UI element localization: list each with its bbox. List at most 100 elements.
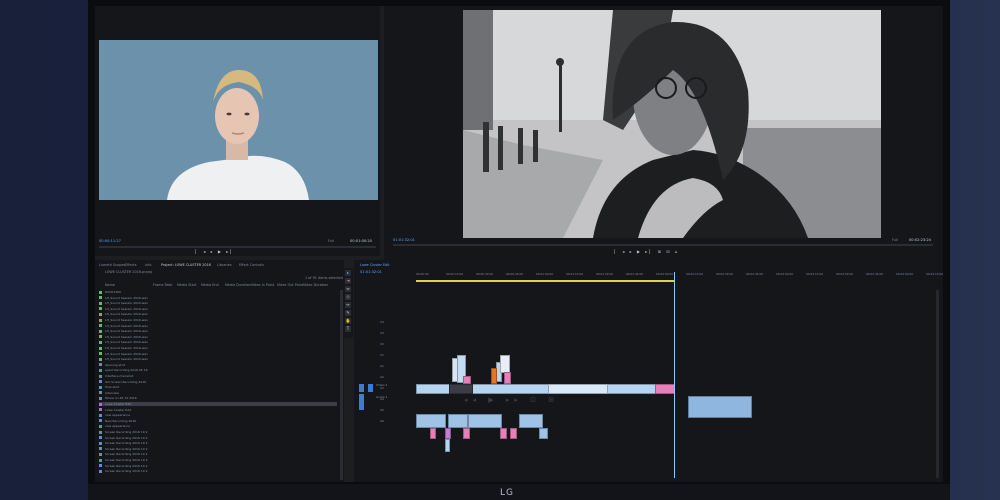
timeline-tab[interactable]: Lowe Cluster Edit: [360, 263, 390, 267]
clip-a2-2[interactable]: [445, 428, 451, 439]
track-target-a2[interactable]: [359, 394, 364, 410]
tab-project[interactable]: Project: LOWE CLUSTER 2016: [161, 263, 211, 267]
clip-a2-5[interactable]: [510, 428, 517, 439]
tab-libraries[interactable]: Libraries: [217, 263, 232, 267]
ripple-edit-icon[interactable]: ⇔: [345, 286, 351, 292]
timeline-timecode[interactable]: 01:01:32:01: [360, 270, 382, 274]
playhead[interactable]: [674, 272, 675, 478]
clip-a1-1[interactable]: [416, 414, 446, 428]
col-media-start[interactable]: Media Start: [177, 283, 197, 287]
project-list-item[interactable]: Screen Recording 2016 10 2: [99, 447, 337, 451]
clip-v2-pink-a[interactable]: [463, 376, 471, 384]
clip-a2-3[interactable]: [463, 428, 470, 439]
work-area-bar[interactable]: [416, 280, 674, 282]
project-list-item[interactable]: Screen Recording 2016 10 2: [99, 458, 337, 462]
project-list-item[interactable]: LH_Sound Session 2016.wav: [99, 296, 337, 300]
project-list-item[interactable]: new appearance: [99, 424, 337, 428]
project-list-item[interactable]: LH_Sound Session 2016.wav: [99, 312, 337, 316]
project-list-item[interactable]: LH_Sound Session 2016.wav: [99, 352, 337, 356]
razor-tool-icon[interactable]: ◇: [345, 294, 351, 300]
clip-v2-pink-b[interactable]: [504, 372, 511, 384]
project-list-item[interactable]: Girl Screen Recording 2016: [99, 380, 337, 384]
timeline-ruler[interactable]: 00:00:00 00:00:15:00 00:00:30:00 00:00:45:0…: [416, 272, 943, 280]
source-timecode[interactable]: 00:00:11:27: [99, 239, 121, 243]
slip-tool-icon[interactable]: ↔: [345, 302, 351, 308]
track-select-icon[interactable]: ⇥: [345, 278, 351, 284]
project-list-item[interactable]: Lowe Cluster Edit: [99, 408, 337, 412]
tab-effect-controls[interactable]: Effect Controls: [239, 263, 264, 267]
col-frame-rate[interactable]: Frame Rate: [153, 283, 172, 287]
project-column-headers: Name Frame Rate Media Start Media End Me…: [99, 283, 339, 287]
program-timecode[interactable]: 01:01:32:01: [393, 238, 415, 242]
project-list-item[interactable]: LH_Sound Session 2016.wav: [99, 357, 337, 361]
program-video-frame[interactable]: [463, 10, 881, 238]
clip-v2-orange[interactable]: [491, 368, 497, 384]
project-list-item[interactable]: Movie on 26 10 2016: [99, 396, 337, 400]
clip-v3-d[interactable]: [500, 355, 510, 373]
clip-v1-dark[interactable]: [449, 384, 473, 394]
clip-a1-3[interactable]: [468, 414, 502, 428]
track-target-v1[interactable]: [359, 384, 364, 392]
clip-a2-4[interactable]: [500, 428, 507, 439]
project-list-item[interactable]: Screen Recording 2016 10 2: [99, 452, 337, 456]
project-list-item[interactable]: New Recording 2016: [99, 419, 337, 423]
col-video-duration[interactable]: Video Duration: [303, 283, 328, 287]
project-list-item[interactable]: Screen Recording 2016 10 2: [99, 464, 337, 468]
project-list-item[interactable]: DSC01300: [99, 290, 337, 294]
project-list-item[interactable]: LH_Sound Session 2016.wav: [99, 335, 337, 339]
tab-effects[interactable]: Effects: [125, 263, 137, 267]
item-name: New Recording 2016: [105, 418, 137, 423]
project-list-item[interactable]: spent Recording 2016 05 18: [99, 368, 337, 372]
tab-lumetri-scopes[interactable]: Lumetri Scopes: [99, 263, 125, 267]
timeline-scrollbar[interactable]: [936, 290, 939, 478]
item-name: Screen Recording 2016 10 2: [105, 435, 148, 440]
project-list-item[interactable]: Interview: [99, 391, 337, 395]
tab-info[interactable]: Info: [145, 263, 151, 267]
item-color-label: [99, 301, 102, 305]
pen-tool-icon[interactable]: ✎: [345, 310, 351, 316]
project-list-item[interactable]: Opening shot: [99, 363, 337, 367]
col-media-duration[interactable]: Media Duration: [225, 283, 251, 287]
project-list-item[interactable]: LH_Sound Session 2016.wav: [99, 318, 337, 322]
clip-a2-1[interactable]: [430, 428, 436, 439]
col-media-end[interactable]: Media End: [201, 283, 219, 287]
col-video-out[interactable]: Video Out Point: [277, 283, 303, 287]
project-list-item[interactable]: final shot: [99, 385, 337, 389]
project-list-item[interactable]: LH_Sound Session 2016.wav: [99, 301, 337, 305]
source-scrub-bar[interactable]: [99, 246, 376, 248]
project-list-item[interactable]: Interface mainshot: [99, 374, 337, 378]
col-name[interactable]: Name: [105, 283, 115, 287]
project-list-item[interactable]: LH_Sound Session 2016.wav: [99, 307, 337, 311]
clip-a1-2[interactable]: [448, 414, 468, 428]
clip-a1-right[interactable]: [688, 396, 752, 418]
col-video-in[interactable]: Video In Point: [251, 283, 274, 287]
project-list-item[interactable]: LH_Sound Session 2016.wav: [99, 346, 337, 350]
program-overlay-controls[interactable]: ◂◂ ▶ ▸▸ ⊡ ⊞: [464, 396, 559, 404]
project-list-item[interactable]: Screen Recording 2016 10 2: [99, 441, 337, 445]
program-fit-dropdown[interactable]: Full: [892, 238, 898, 242]
clip-a2-6[interactable]: [539, 428, 548, 439]
clip-a3-1[interactable]: [445, 439, 450, 452]
project-list-item[interactable]: LH_Sound Session 2016.wav: [99, 324, 337, 328]
project-list-item[interactable]: LH_Sound Session 2016.wav: [99, 340, 337, 344]
track-target-a1[interactable]: [368, 384, 373, 392]
source-fit-dropdown[interactable]: Full: [328, 239, 334, 243]
clip-v1-pink-end[interactable]: [655, 384, 675, 394]
clip-v1-light[interactable]: [548, 384, 608, 394]
project-list-item[interactable]: Screen Recording 2016 10 2: [99, 436, 337, 440]
clip-a1-4[interactable]: [519, 414, 543, 428]
project-scrollbar[interactable]: [340, 290, 343, 480]
project-list-item[interactable]: Screen Recording 2016 10 2: [99, 430, 337, 434]
ruler-tick-label: 00:02:45:00: [746, 272, 764, 276]
hand-tool-icon[interactable]: ✋: [345, 318, 351, 324]
program-scrub-bar[interactable]: [393, 244, 933, 246]
source-video-frame[interactable]: [99, 40, 378, 200]
project-list-item[interactable]: Lowe Cluster Edit: [99, 402, 337, 407]
project-list-item[interactable]: LH_Sound Session 2016.wav: [99, 329, 337, 333]
source-transport-controls[interactable]: ▏ ◂ ▸ ▶ ▸▏: [195, 249, 235, 254]
project-list-item[interactable]: Screen Recording 2016 10 2: [99, 469, 337, 473]
type-tool-icon[interactable]: T: [345, 326, 351, 332]
program-transport-controls[interactable]: ▏ ◂ ▸ ▶ ▸▏ ⊞ ⊟ ⌂: [614, 249, 679, 254]
project-list-item[interactable]: new appearance: [99, 413, 337, 417]
selection-tool-icon[interactable]: ▸: [345, 270, 351, 276]
